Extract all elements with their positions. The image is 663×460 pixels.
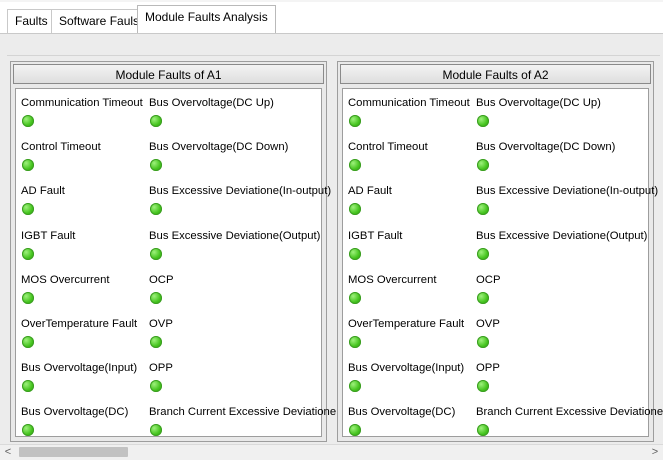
tab-content: Module Faults of A1 Communication Timeou… bbox=[0, 34, 663, 444]
status-led-icon bbox=[150, 424, 162, 437]
module-group-a1: Module Faults of A1 Communication Timeou… bbox=[10, 61, 336, 442]
fault-label: Bus Overvoltage(Input) bbox=[21, 362, 138, 375]
fault-label: Bus Overvoltage(DC) bbox=[348, 406, 456, 419]
fault-label: OverTemperature Fault bbox=[348, 318, 465, 330]
fault-label: Control Timeout bbox=[348, 141, 428, 154]
group-body-a2: Communication Timeout Control Timeout AD F… bbox=[342, 88, 663, 437]
status-led-icon bbox=[477, 336, 489, 348]
status-led-icon bbox=[349, 115, 361, 127]
status-led-icon bbox=[150, 380, 162, 393]
status-led-icon bbox=[150, 159, 162, 172]
fault-label: OCP bbox=[476, 273, 501, 286]
fault-label: Bus Excessive Deviatione(In-output) bbox=[476, 185, 659, 198]
fault-label: OPP bbox=[149, 362, 173, 375]
tab-module-faults-analysis[interactable]: Module Faults Analysis bbox=[137, 5, 276, 35]
fault-label: MOS Overcurrent bbox=[348, 273, 437, 286]
status-led-icon bbox=[349, 380, 361, 393]
fault-label: OPP bbox=[476, 362, 500, 375]
horizontal-scrollbar[interactable]: < > bbox=[0, 444, 663, 460]
status-led-icon bbox=[22, 203, 34, 216]
tab-faults[interactable]: Faults bbox=[7, 9, 56, 33]
fault-label: Branch Current Excessive Deviatione bbox=[149, 406, 337, 419]
status-led-icon bbox=[150, 291, 162, 304]
status-led-icon bbox=[349, 203, 361, 216]
status-led-icon bbox=[150, 203, 162, 216]
chevron-right-icon[interactable]: > bbox=[647, 445, 663, 460]
fault-label: Bus Excessive Deviatione(Output) bbox=[149, 229, 321, 242]
status-led-icon bbox=[477, 115, 489, 127]
fault-label: Control Timeout bbox=[21, 141, 101, 154]
fault-label: Branch Current Excessive Deviatione bbox=[476, 406, 663, 419]
status-led-icon bbox=[349, 291, 361, 304]
status-led-icon bbox=[477, 291, 489, 304]
status-led-icon bbox=[349, 247, 361, 260]
status-led-icon bbox=[477, 424, 489, 437]
tab-bar: Faults Software Fauls Module Faults Anal… bbox=[0, 2, 663, 35]
scrollbar-thumb[interactable] bbox=[19, 447, 128, 457]
fault-label: IGBT Fault bbox=[21, 229, 76, 242]
group-header-a2: Module Faults of A2 bbox=[340, 64, 651, 84]
fault-label: OVP bbox=[476, 318, 500, 330]
fault-label: OCP bbox=[149, 273, 174, 286]
status-led-icon bbox=[22, 424, 34, 437]
status-led-icon bbox=[349, 424, 361, 437]
fault-label: Bus Overvoltage(DC Up) bbox=[149, 97, 274, 109]
fault-label: Bus Overvoltage(DC Up) bbox=[476, 97, 601, 109]
fault-label: Bus Overvoltage(Input) bbox=[348, 362, 465, 375]
status-led-icon bbox=[22, 159, 34, 172]
status-led-icon bbox=[150, 115, 162, 127]
status-led-icon bbox=[477, 247, 489, 260]
fault-label: Bus Excessive Deviatione(In-output) bbox=[149, 185, 332, 198]
status-led-icon bbox=[22, 336, 34, 348]
chevron-left-icon[interactable]: < bbox=[0, 445, 16, 460]
fault-label: AD Fault bbox=[348, 185, 392, 198]
status-led-icon bbox=[477, 159, 489, 172]
status-led-icon bbox=[150, 247, 162, 260]
fault-label: AD Fault bbox=[21, 185, 65, 198]
fault-label: OVP bbox=[149, 318, 173, 330]
status-led-icon bbox=[22, 115, 34, 127]
module-faults-panel: Module Faults of A1 Communication Timeou… bbox=[7, 55, 663, 444]
group-body-a1: Communication Timeout Control Timeout AD F… bbox=[15, 88, 336, 437]
fault-label: Bus Overvoltage(DC) bbox=[21, 406, 129, 419]
fault-label: MOS Overcurrent bbox=[21, 273, 110, 286]
status-led-icon bbox=[477, 203, 489, 216]
fault-label: IGBT Fault bbox=[348, 229, 403, 242]
status-led-icon bbox=[150, 336, 162, 348]
fault-label: Bus Overvoltage(DC Down) bbox=[476, 141, 616, 154]
fault-label: Bus Excessive Deviatione(Output) bbox=[476, 229, 648, 242]
fault-label: Communication Timeout bbox=[348, 97, 470, 109]
status-led-icon bbox=[349, 336, 361, 348]
fault-label: Communication Timeout bbox=[21, 97, 143, 109]
fault-label: Bus Overvoltage(DC Down) bbox=[149, 141, 289, 154]
status-led-icon bbox=[477, 380, 489, 393]
module-group-a2: Module Faults of A2 Communication Timeou… bbox=[337, 61, 663, 442]
fault-label: OverTemperature Fault bbox=[21, 318, 138, 330]
status-led-icon bbox=[22, 247, 34, 260]
status-led-icon bbox=[22, 291, 34, 304]
group-header-a1: Module Faults of A1 bbox=[13, 64, 324, 84]
status-led-icon bbox=[349, 159, 361, 172]
status-led-icon bbox=[22, 380, 34, 393]
tab-software-fauls[interactable]: Software Fauls bbox=[51, 9, 148, 33]
